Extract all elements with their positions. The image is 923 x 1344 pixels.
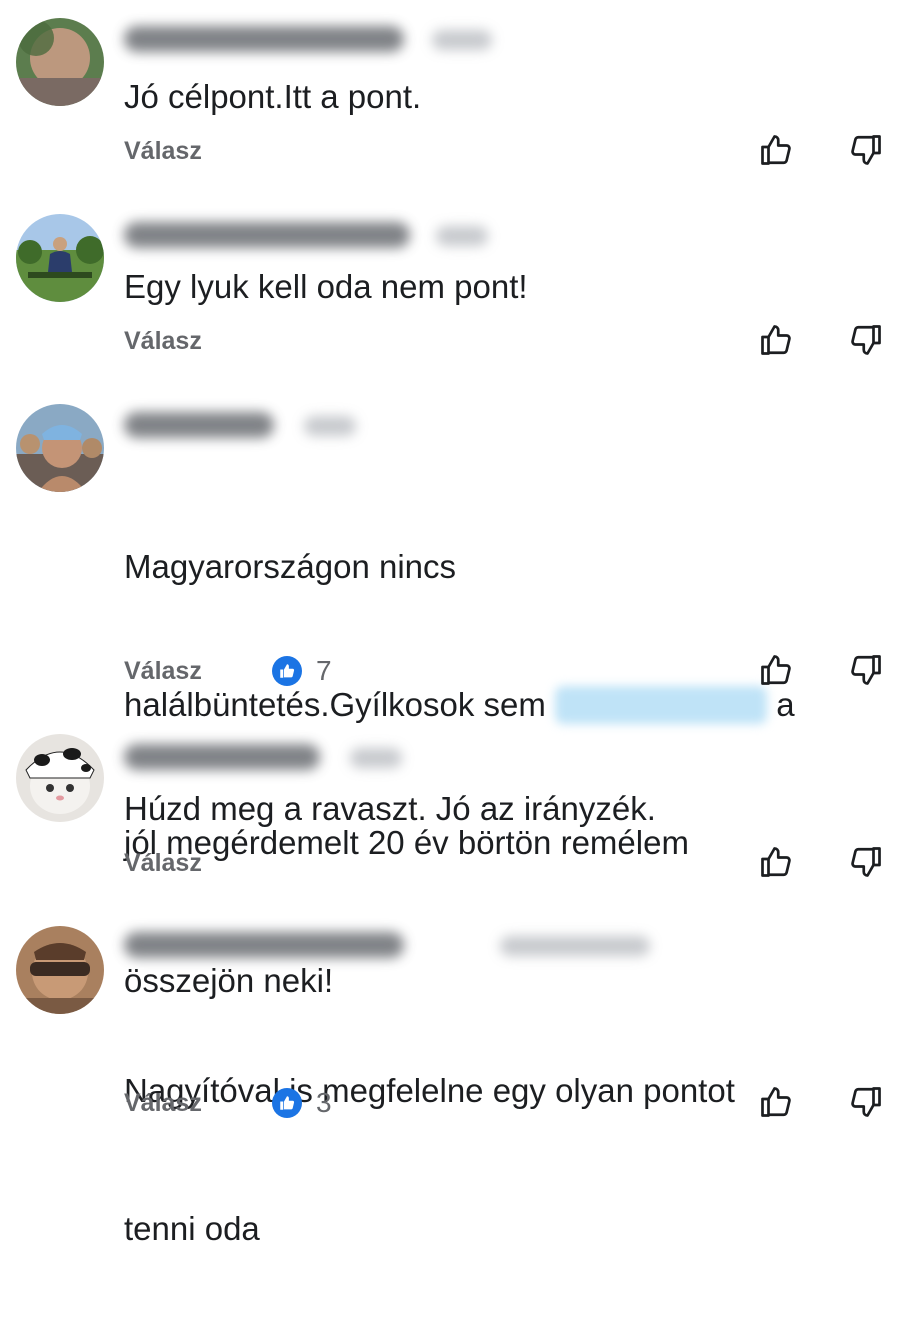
comment-text-fragment: halálbüntetés.Gyílkosok sem [124,686,546,723]
avatar[interactable] [16,926,104,1014]
like-reaction-icon[interactable] [272,1088,302,1118]
comment-3: Magyarországon nincs halálbüntetés.Gyílk… [0,390,923,999]
timestamp-blurred [304,416,356,436]
thumbs-down-outline-icon [851,135,881,165]
like-button[interactable] [756,1082,796,1122]
comment-5: Nagyítóval is megfelelne egy olyan ponto… [0,910,923,1247]
avatar[interactable] [16,214,104,302]
like-button[interactable] [756,650,796,690]
thumbs-up-outline-icon [761,847,791,877]
mention-link-blurred[interactable] [555,686,768,724]
thumbs-up-outline-icon [761,135,791,165]
comment-text-fragment: a [776,686,795,723]
thumbs-down-outline-icon [851,847,881,877]
thumbs-down-outline-icon [851,655,881,685]
comment-text-line: Magyarországon nincs [124,548,456,585]
timestamp-blurred [436,226,488,246]
avatar[interactable] [16,404,104,492]
comment-text: Nagyítóval is megfelelne egy olyan ponto… [124,976,884,1344]
thumbs-up-outline-icon [761,655,791,685]
reply-button[interactable]: Válasz [124,326,202,356]
reply-button[interactable]: Válasz [124,848,202,878]
comment-1: Jó célpont.Itt a pont. Válasz [0,0,923,200]
comment-4: Húzd meg a ravaszt. Jó az irányzék. Vála… [0,720,923,910]
comment-text: Húzd meg a ravaszt. Jó az irányzék. [124,790,656,827]
reaction-count[interactable]: 7 [316,656,332,686]
comment-2: Egy lyuk kell oda nem pont! Válasz [0,200,923,390]
reply-button[interactable]: Válasz [124,136,202,166]
dislike-button[interactable] [846,130,886,170]
reply-button[interactable]: Válasz [124,656,202,686]
timestamp-blurred [500,936,650,956]
dislike-button[interactable] [846,320,886,360]
author-name-blurred[interactable] [124,932,404,958]
like-reaction-icon[interactable] [272,656,302,686]
dislike-button[interactable] [846,842,886,882]
comment-text: Jó célpont.Itt a pont. [124,78,422,115]
comment-text: Egy lyuk kell oda nem pont! [124,268,528,305]
author-name-blurred[interactable] [124,744,320,770]
thumbs-up-outline-icon [761,325,791,355]
dislike-button[interactable] [846,650,886,690]
like-button[interactable] [756,320,796,360]
author-name-blurred[interactable] [124,26,404,52]
author-name-blurred[interactable] [124,412,274,438]
timestamp-blurred [350,748,402,768]
reply-button[interactable]: Válasz [124,1088,202,1118]
avatar[interactable] [16,18,104,106]
dislike-button[interactable] [846,1082,886,1122]
comment-text-line: tenni oda [124,1210,260,1247]
like-button[interactable] [756,842,796,882]
timestamp-blurred [432,30,492,50]
avatar[interactable] [16,734,104,822]
thumbs-down-outline-icon [851,325,881,355]
thumbs-up-outline-icon [761,1087,791,1117]
reaction-count[interactable]: 3 [316,1088,332,1118]
like-button[interactable] [756,130,796,170]
author-name-blurred[interactable] [124,222,410,248]
thumbs-down-outline-icon [851,1087,881,1117]
